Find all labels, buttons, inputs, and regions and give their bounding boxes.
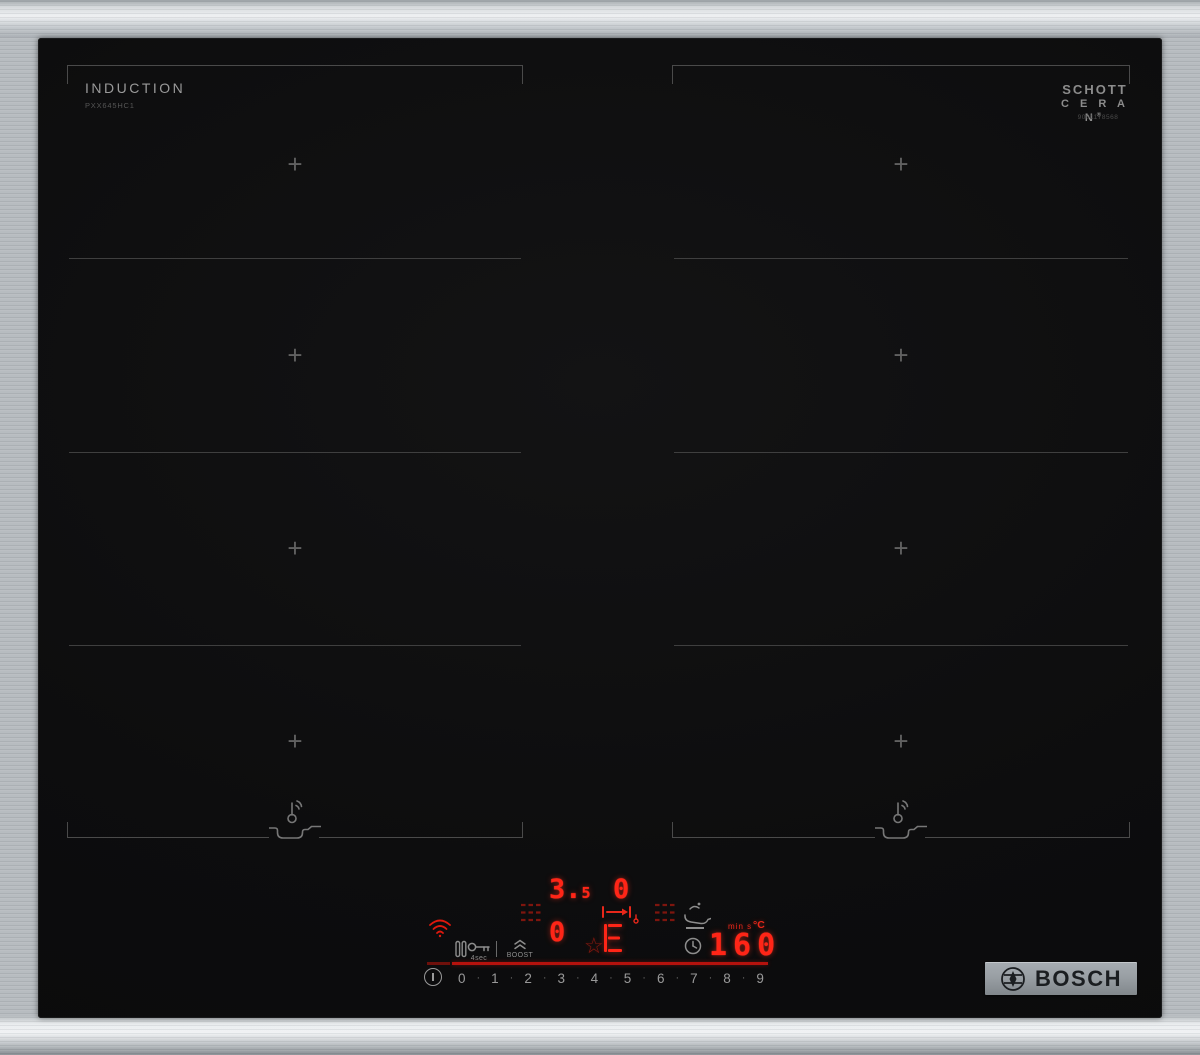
zone-corner-stub [522,822,523,838]
slider-number-7[interactable]: 7 [690,971,698,986]
bosch-badge: BOSCH [985,962,1137,995]
fry-sensor-zone-icon [269,797,321,841]
slider-number-2[interactable]: 2 [524,971,532,986]
slider-number-1[interactable]: 1 [491,971,499,986]
zone-bottom-line [319,837,523,838]
boost-label: BOOST [506,952,534,959]
boost-key[interactable]: BOOST [503,939,537,959]
favorite-key[interactable]: ☆ [584,935,604,957]
slider-number-8[interactable]: 8 [723,971,731,986]
slider-track-start [427,962,450,965]
zone-separator-line [674,258,1128,259]
slider-dot: · [708,972,713,984]
zone-top-line [67,65,523,66]
power-button[interactable] [424,968,442,986]
zone-marker: + [893,533,909,563]
home-connect-key[interactable] [428,918,452,938]
transfer-arrow-icon [600,905,640,925]
ceramic-glass-surface: INDUCTION PXX645HC1 SCHOTT C E R A N® 90… [38,38,1162,1018]
timer-key[interactable] [684,937,702,955]
key-lock-label: 4sec [470,955,488,962]
key-lock-key[interactable]: 4sec [467,941,491,962]
bosch-emblem-icon [1001,966,1025,991]
zone-marker: + [287,149,303,179]
zone-bottom-line [672,837,875,838]
slider-dot: · [642,972,646,984]
slider-dot: · [741,972,746,984]
power-value: 3. [549,874,582,905]
flex-zone-column-left: + + + + [67,65,523,841]
power-display-front-left: 0 [549,917,566,948]
pause-key[interactable] [455,940,467,958]
slider-number-6[interactable]: 6 [657,971,665,986]
zone-separator-line [69,452,521,453]
fry-sensor-key[interactable] [683,900,711,928]
slider-dot: · [476,972,481,984]
zone-marker: + [893,149,909,179]
key-icon [467,942,490,952]
panel-divider [496,941,497,957]
zone-marker: + [893,726,909,756]
zone-marker: + [287,726,303,756]
fry-sensor-zone-icon [875,797,927,841]
slider-dot: · [542,972,547,984]
zone-bottom-line [925,837,1130,838]
timer-divider-line [686,927,704,929]
slider-number-9[interactable]: 9 [756,971,764,986]
wifi-icon [429,919,451,938]
slider-number-5[interactable]: 5 [624,971,632,986]
power-value-decimal: 5 [581,884,591,902]
slider-dot: · [675,972,680,984]
power-icon [432,973,434,981]
bosch-wordmark: BOSCH [1035,965,1122,991]
zone-corner-stub [672,65,673,84]
zone-marker: + [893,340,909,370]
zone-segment-indicator-right [653,902,677,924]
power-display-rear-right: 0 [613,874,630,905]
pan-thermometer-icon [684,902,711,925]
zone-separator-line [69,645,521,646]
zone-top-line [672,65,1130,66]
zone-segment-indicator-left [519,902,543,924]
power-display-rear-left: 3.5 [549,876,591,903]
zone-corner-stub [1129,822,1130,838]
clock-icon [684,937,702,955]
zone-marker: + [287,533,303,563]
double-chevron-up-icon [514,939,526,950]
slider-track[interactable] [452,962,768,965]
flex-zone-column-right: + + + + [672,65,1130,841]
pause-icon [455,940,467,958]
zone-corner-stub [672,822,673,838]
zone-marker: + [287,340,303,370]
cooktop-frame: INDUCTION PXX645HC1 SCHOTT C E R A N® 90… [0,0,1200,1055]
zone-corner-stub [1129,65,1130,84]
zone-separator-line [674,645,1128,646]
slider-dot: · [609,972,613,984]
temperature-display: 160 [709,928,782,963]
slider-number-4[interactable]: 4 [591,971,599,986]
zone-corner-stub [522,65,523,84]
zone-separator-line [69,258,521,259]
moving-pot-segment-glyph [603,923,625,953]
slider-number-3[interactable]: 3 [557,971,565,986]
zone-corner-stub [67,822,68,838]
zone-corner-stub [67,65,68,84]
slider-dot: · [575,972,580,984]
power-slider[interactable]: 0 · 1 · 2 · 3 · 4 · 5 · 6 · 7 · 8 · 9 [458,969,764,987]
zone-separator-line [674,452,1128,453]
zone-bottom-line [67,837,269,838]
slider-dot: · [509,972,514,984]
slider-number-0[interactable]: 0 [458,971,466,986]
